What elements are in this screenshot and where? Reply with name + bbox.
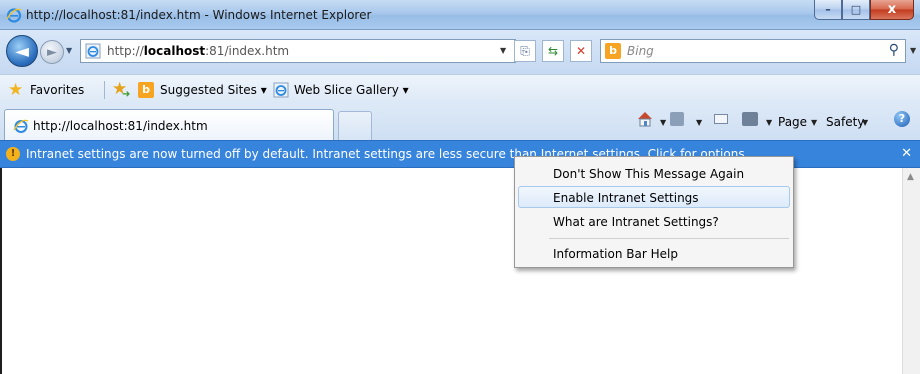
warning-shield-icon: ! — [6, 147, 20, 161]
tab-label: http://localhost:81/index.htm — [33, 119, 208, 133]
menu-item-what-are-intranet-settings[interactable]: What are Intranet Settings? — [518, 210, 790, 232]
page-dropdown-icon[interactable]: ▼ — [811, 118, 817, 127]
stop-button[interactable]: ✕ — [570, 40, 592, 62]
forward-arrow-icon: ► — [47, 44, 57, 60]
menu-item-dont-show-again[interactable]: Don't Show This Message Again — [518, 162, 790, 184]
address-dropdown-icon[interactable]: ▼ — [500, 46, 506, 55]
add-arrow-icon: ➜ — [122, 89, 131, 100]
tab-active[interactable]: http://localhost:81/index.htm — [4, 109, 334, 140]
safety-dropdown-icon[interactable]: ▼ — [862, 118, 868, 127]
help-icon[interactable]: ? — [894, 111, 910, 127]
tab-ie-icon — [13, 119, 29, 133]
mail-icon[interactable] — [714, 114, 728, 124]
minimize-button[interactable]: – — [814, 0, 842, 20]
print-icon[interactable] — [742, 112, 758, 126]
menu-item-information-bar-help[interactable]: Information Bar Help — [518, 242, 790, 264]
favorites-bar: ★ Favorites ★ ➜ b Suggested Sites ▾ Web … — [0, 74, 920, 104]
back-button[interactable]: ◄ — [6, 35, 38, 67]
feeds-dropdown-icon[interactable]: ▼ — [696, 118, 702, 127]
forward-button[interactable]: ► — [40, 40, 64, 64]
address-host: localhost — [143, 44, 206, 58]
home-icon[interactable] — [636, 110, 654, 128]
search-bar[interactable]: b Bing ⚲ — [600, 39, 906, 63]
refresh-icon: ⇆ — [547, 44, 559, 58]
tab-bar: http://localhost:81/index.htm ▼ ▼ ▼ Page… — [0, 104, 920, 140]
search-input[interactable]: Bing — [627, 44, 654, 58]
refresh-button[interactable]: ⇆ — [542, 40, 564, 62]
favorites-star-icon[interactable]: ★ — [8, 80, 23, 100]
maximize-button[interactable]: □ — [842, 0, 870, 20]
history-dropdown-icon[interactable]: ▼ — [66, 46, 72, 55]
navigation-bar: ◄ ► ▼ http://localhost:81/index.htm ▼ ⎘ … — [0, 30, 920, 74]
safety-menu[interactable]: Safety — [826, 115, 864, 129]
feeds-icon[interactable] — [670, 112, 684, 126]
search-dropdown-icon[interactable]: ▼ — [910, 46, 916, 55]
home-dropdown-icon[interactable]: ▼ — [660, 118, 666, 127]
stop-icon: ✕ — [575, 44, 587, 58]
favorites-button[interactable]: Favorites — [30, 83, 84, 97]
ie-logo-icon — [6, 8, 22, 23]
window-title: http://localhost:81/index.htm - Windows … — [26, 8, 372, 22]
web-slice-icon — [273, 82, 289, 98]
print-dropdown-icon[interactable]: ▼ — [766, 118, 772, 127]
suggested-sites-link[interactable]: Suggested Sites ▾ — [160, 83, 267, 97]
title-bar: http://localhost:81/index.htm - Windows … — [0, 0, 920, 30]
compatibility-icon: ⎘ — [520, 43, 530, 58]
window-controls: – □ x — [814, 0, 914, 20]
web-slice-gallery-link[interactable]: Web Slice Gallery ▾ — [294, 83, 409, 97]
menu-item-enable-intranet-settings[interactable]: Enable Intranet Settings — [518, 186, 790, 208]
address-prefix: http:// — [107, 44, 144, 58]
new-tab-button[interactable] — [338, 111, 372, 140]
address-text[interactable]: http://localhost:81/index.htm — [107, 44, 289, 58]
favorites-divider — [104, 81, 105, 99]
page-ie-icon — [85, 43, 101, 59]
page-menu[interactable]: Page — [778, 115, 807, 129]
information-bar-menu: Don't Show This Message Again Enable Int… — [514, 156, 794, 268]
address-suffix: :81/index.htm — [205, 44, 290, 58]
close-button[interactable]: x — [870, 0, 914, 20]
back-arrow-icon: ◄ — [15, 40, 29, 62]
vertical-scrollbar[interactable]: ▲ — [902, 168, 920, 374]
menu-divider — [549, 238, 789, 239]
search-icon[interactable]: ⚲ — [889, 42, 899, 58]
address-bar[interactable]: http://localhost:81/index.htm — [80, 39, 516, 63]
scroll-up-arrow-icon[interactable]: ▲ — [907, 172, 914, 182]
close-icon[interactable]: ✕ — [901, 146, 912, 161]
bing-icon: b — [605, 43, 621, 59]
suggested-sites-icon: b — [138, 82, 154, 98]
compatibility-view-button[interactable]: ⎘ — [514, 40, 536, 62]
